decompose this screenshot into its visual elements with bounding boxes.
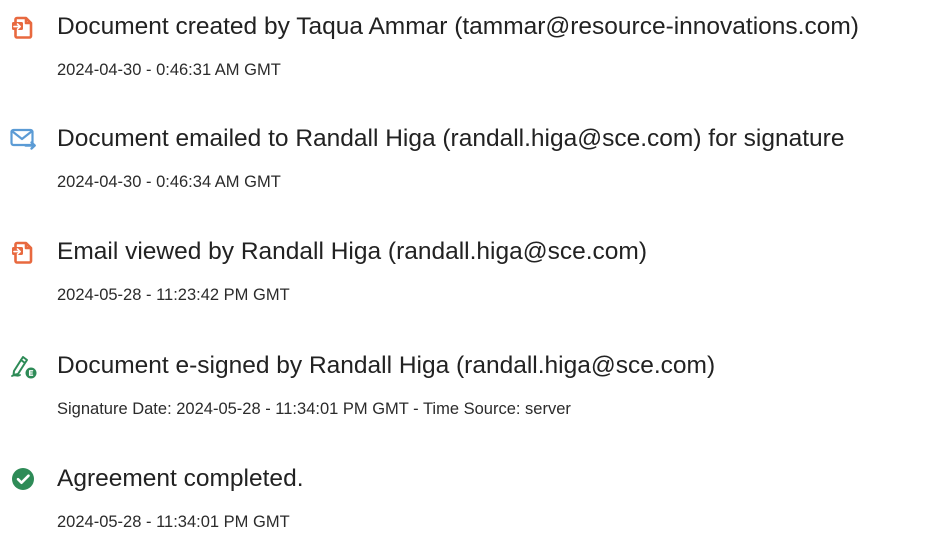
history-entry-created: Document created by Taqua Ammar (tammar@… — [0, 5, 935, 105]
history-entry-viewed: Email viewed by Randall Higa (randall.hi… — [0, 230, 935, 330]
entry-timestamp: 2024-04-30 - 0:46:31 AM GMT — [57, 61, 281, 79]
e-signature-icon — [10, 352, 38, 380]
entry-title: Document emailed to Randall Higa (randal… — [57, 125, 845, 152]
entry-timestamp: Signature Date: 2024-05-28 - 11:34:01 PM… — [57, 400, 571, 418]
email-sent-icon — [10, 125, 38, 153]
entry-timestamp: 2024-05-28 - 11:23:42 PM GMT — [57, 286, 290, 304]
entry-title: Email viewed by Randall Higa (randall.hi… — [57, 238, 647, 265]
email-viewed-icon — [10, 238, 38, 266]
entry-title: Document created by Taqua Ammar (tammar@… — [57, 13, 859, 40]
entry-timestamp: 2024-05-28 - 11:34:01 PM GMT — [57, 513, 290, 531]
entry-title: Document e-signed by Randall Higa (randa… — [57, 352, 716, 379]
agreement-completed-icon — [10, 465, 38, 493]
history-entry-completed: Agreement completed. 2024-05-28 - 11:34:… — [0, 457, 935, 557]
history-entry-signed: Document e-signed by Randall Higa (randa… — [0, 344, 935, 444]
entry-timestamp: 2024-04-30 - 0:46:34 AM GMT — [57, 173, 281, 191]
history-entry-emailed: Document emailed to Randall Higa (randal… — [0, 117, 935, 217]
document-created-icon — [10, 13, 38, 41]
entry-title: Agreement completed. — [57, 465, 304, 492]
audit-history: Document created by Taqua Ammar (tammar@… — [0, 0, 935, 538]
